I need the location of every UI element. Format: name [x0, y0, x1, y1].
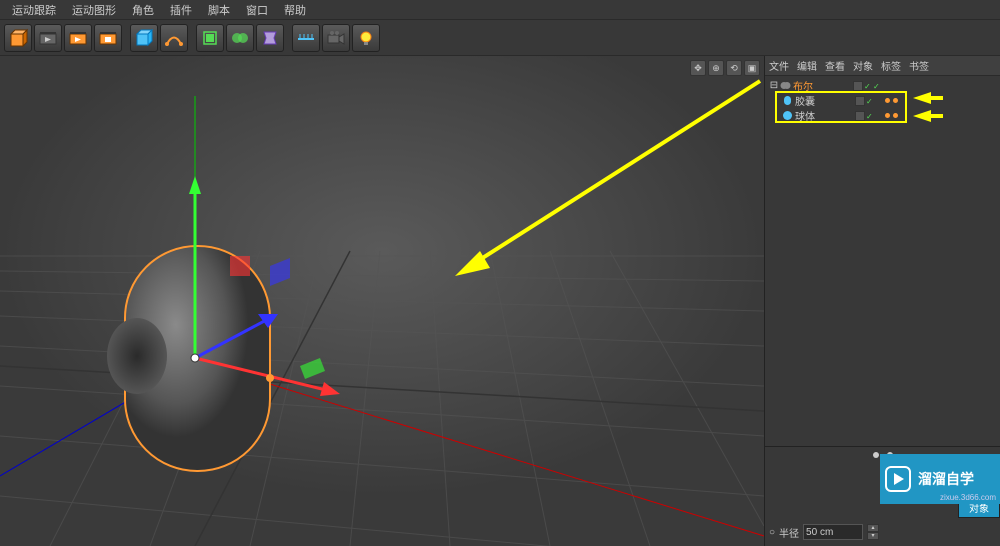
panel-tab-tags[interactable]: 标签	[881, 58, 901, 73]
watermark-play-icon	[884, 465, 912, 493]
tree-label-capsule[interactable]: 胶囊	[795, 93, 855, 108]
sphere-icon	[781, 110, 793, 122]
tree-collapse-icon[interactable]: ⊟	[769, 80, 779, 91]
panel-tab-file[interactable]: 文件	[769, 58, 789, 73]
tool-light[interactable]	[352, 24, 380, 52]
tool-film3[interactable]	[94, 24, 122, 52]
spinner-up-icon[interactable]: ▴	[867, 524, 879, 532]
tool-film2[interactable]	[64, 24, 92, 52]
tree-row-capsule[interactable]: 胶囊 ✓	[767, 93, 998, 108]
tree-row-sphere[interactable]: 球体 ✓	[767, 108, 998, 123]
tool-floor[interactable]	[292, 24, 320, 52]
menu-mograph[interactable]: 运动图形	[64, 2, 124, 18]
dot-tag-icon[interactable]	[885, 113, 890, 118]
dot-tag-icon[interactable]	[893, 98, 898, 103]
menu-bar: 运动跟踪 运动图形 角色 插件 脚本 窗口 帮助	[0, 0, 1000, 20]
radius-spinner[interactable]: ▴ ▾	[867, 524, 879, 540]
visibility-icon[interactable]: ✓	[866, 112, 874, 120]
visibility-render-icon[interactable]: ✓	[873, 82, 881, 90]
boole-icon	[779, 80, 791, 92]
radius-label: ○	[769, 527, 775, 538]
layer-tag-icon[interactable]	[853, 81, 863, 91]
visibility-icon[interactable]: ✓	[866, 97, 874, 105]
panel-tab-view[interactable]: 查看	[825, 58, 845, 73]
menu-window[interactable]: 窗口	[238, 2, 276, 18]
layer-tag-icon[interactable]	[855, 96, 865, 106]
vp-max-icon[interactable]: ▣	[744, 60, 760, 76]
vp-rotate-icon[interactable]: ⟲	[726, 60, 742, 76]
viewport-canvas	[0, 56, 764, 546]
radius-label-text: 半径	[779, 525, 799, 540]
menu-plugins[interactable]: 插件	[162, 2, 200, 18]
tree-row-boole[interactable]: ⊟ 布尔 ✓ ✓	[767, 78, 998, 93]
vp-move-icon[interactable]: ✥	[690, 60, 706, 76]
tool-nurbs1[interactable]	[196, 24, 224, 52]
menu-script[interactable]: 脚本	[200, 2, 238, 18]
tool-spline[interactable]	[160, 24, 188, 52]
panel-tab-edit[interactable]: 编辑	[797, 58, 817, 73]
tool-camera[interactable]	[322, 24, 350, 52]
dot-tag-icon[interactable]	[893, 113, 898, 118]
viewport-3d[interactable]: ✥ ⊕ ⟲ ▣	[0, 56, 764, 546]
menu-help[interactable]: 帮助	[276, 2, 314, 18]
spinner-down-icon[interactable]: ▾	[867, 532, 879, 540]
radius-input[interactable]	[803, 524, 863, 540]
toolbar	[0, 20, 1000, 56]
tree-label-boole[interactable]: 布尔	[793, 78, 853, 93]
visibility-icon[interactable]: ✓	[864, 82, 872, 90]
layer-tag-icon[interactable]	[855, 111, 865, 121]
vp-zoom-icon[interactable]: ⊕	[708, 60, 724, 76]
watermark-text: 溜溜自学	[918, 469, 974, 489]
tool-cube[interactable]	[4, 24, 32, 52]
tree-label-sphere[interactable]: 球体	[795, 108, 855, 123]
panel-tab-bar: 文件 编辑 查看 对象 标签 书签	[765, 56, 1000, 76]
capsule-icon	[781, 95, 793, 107]
tool-primitive[interactable]	[130, 24, 158, 52]
panel-tab-object[interactable]: 对象	[853, 58, 873, 73]
panel-tab-bookmarks[interactable]: 书签	[909, 58, 929, 73]
object-tree[interactable]: ⊟ 布尔 ✓ ✓ 胶囊 ✓	[765, 76, 1000, 446]
tool-film1[interactable]	[34, 24, 62, 52]
menu-character[interactable]: 角色	[124, 2, 162, 18]
tool-deform[interactable]	[256, 24, 284, 52]
dot-tag-icon[interactable]	[885, 98, 890, 103]
tool-nurbs2[interactable]	[226, 24, 254, 52]
watermark-url: zixue.3d66.com	[940, 493, 996, 502]
menu-motion-track[interactable]: 运动跟踪	[4, 2, 64, 18]
viewport-nav-controls: ✥ ⊕ ⟲ ▣	[690, 60, 760, 76]
